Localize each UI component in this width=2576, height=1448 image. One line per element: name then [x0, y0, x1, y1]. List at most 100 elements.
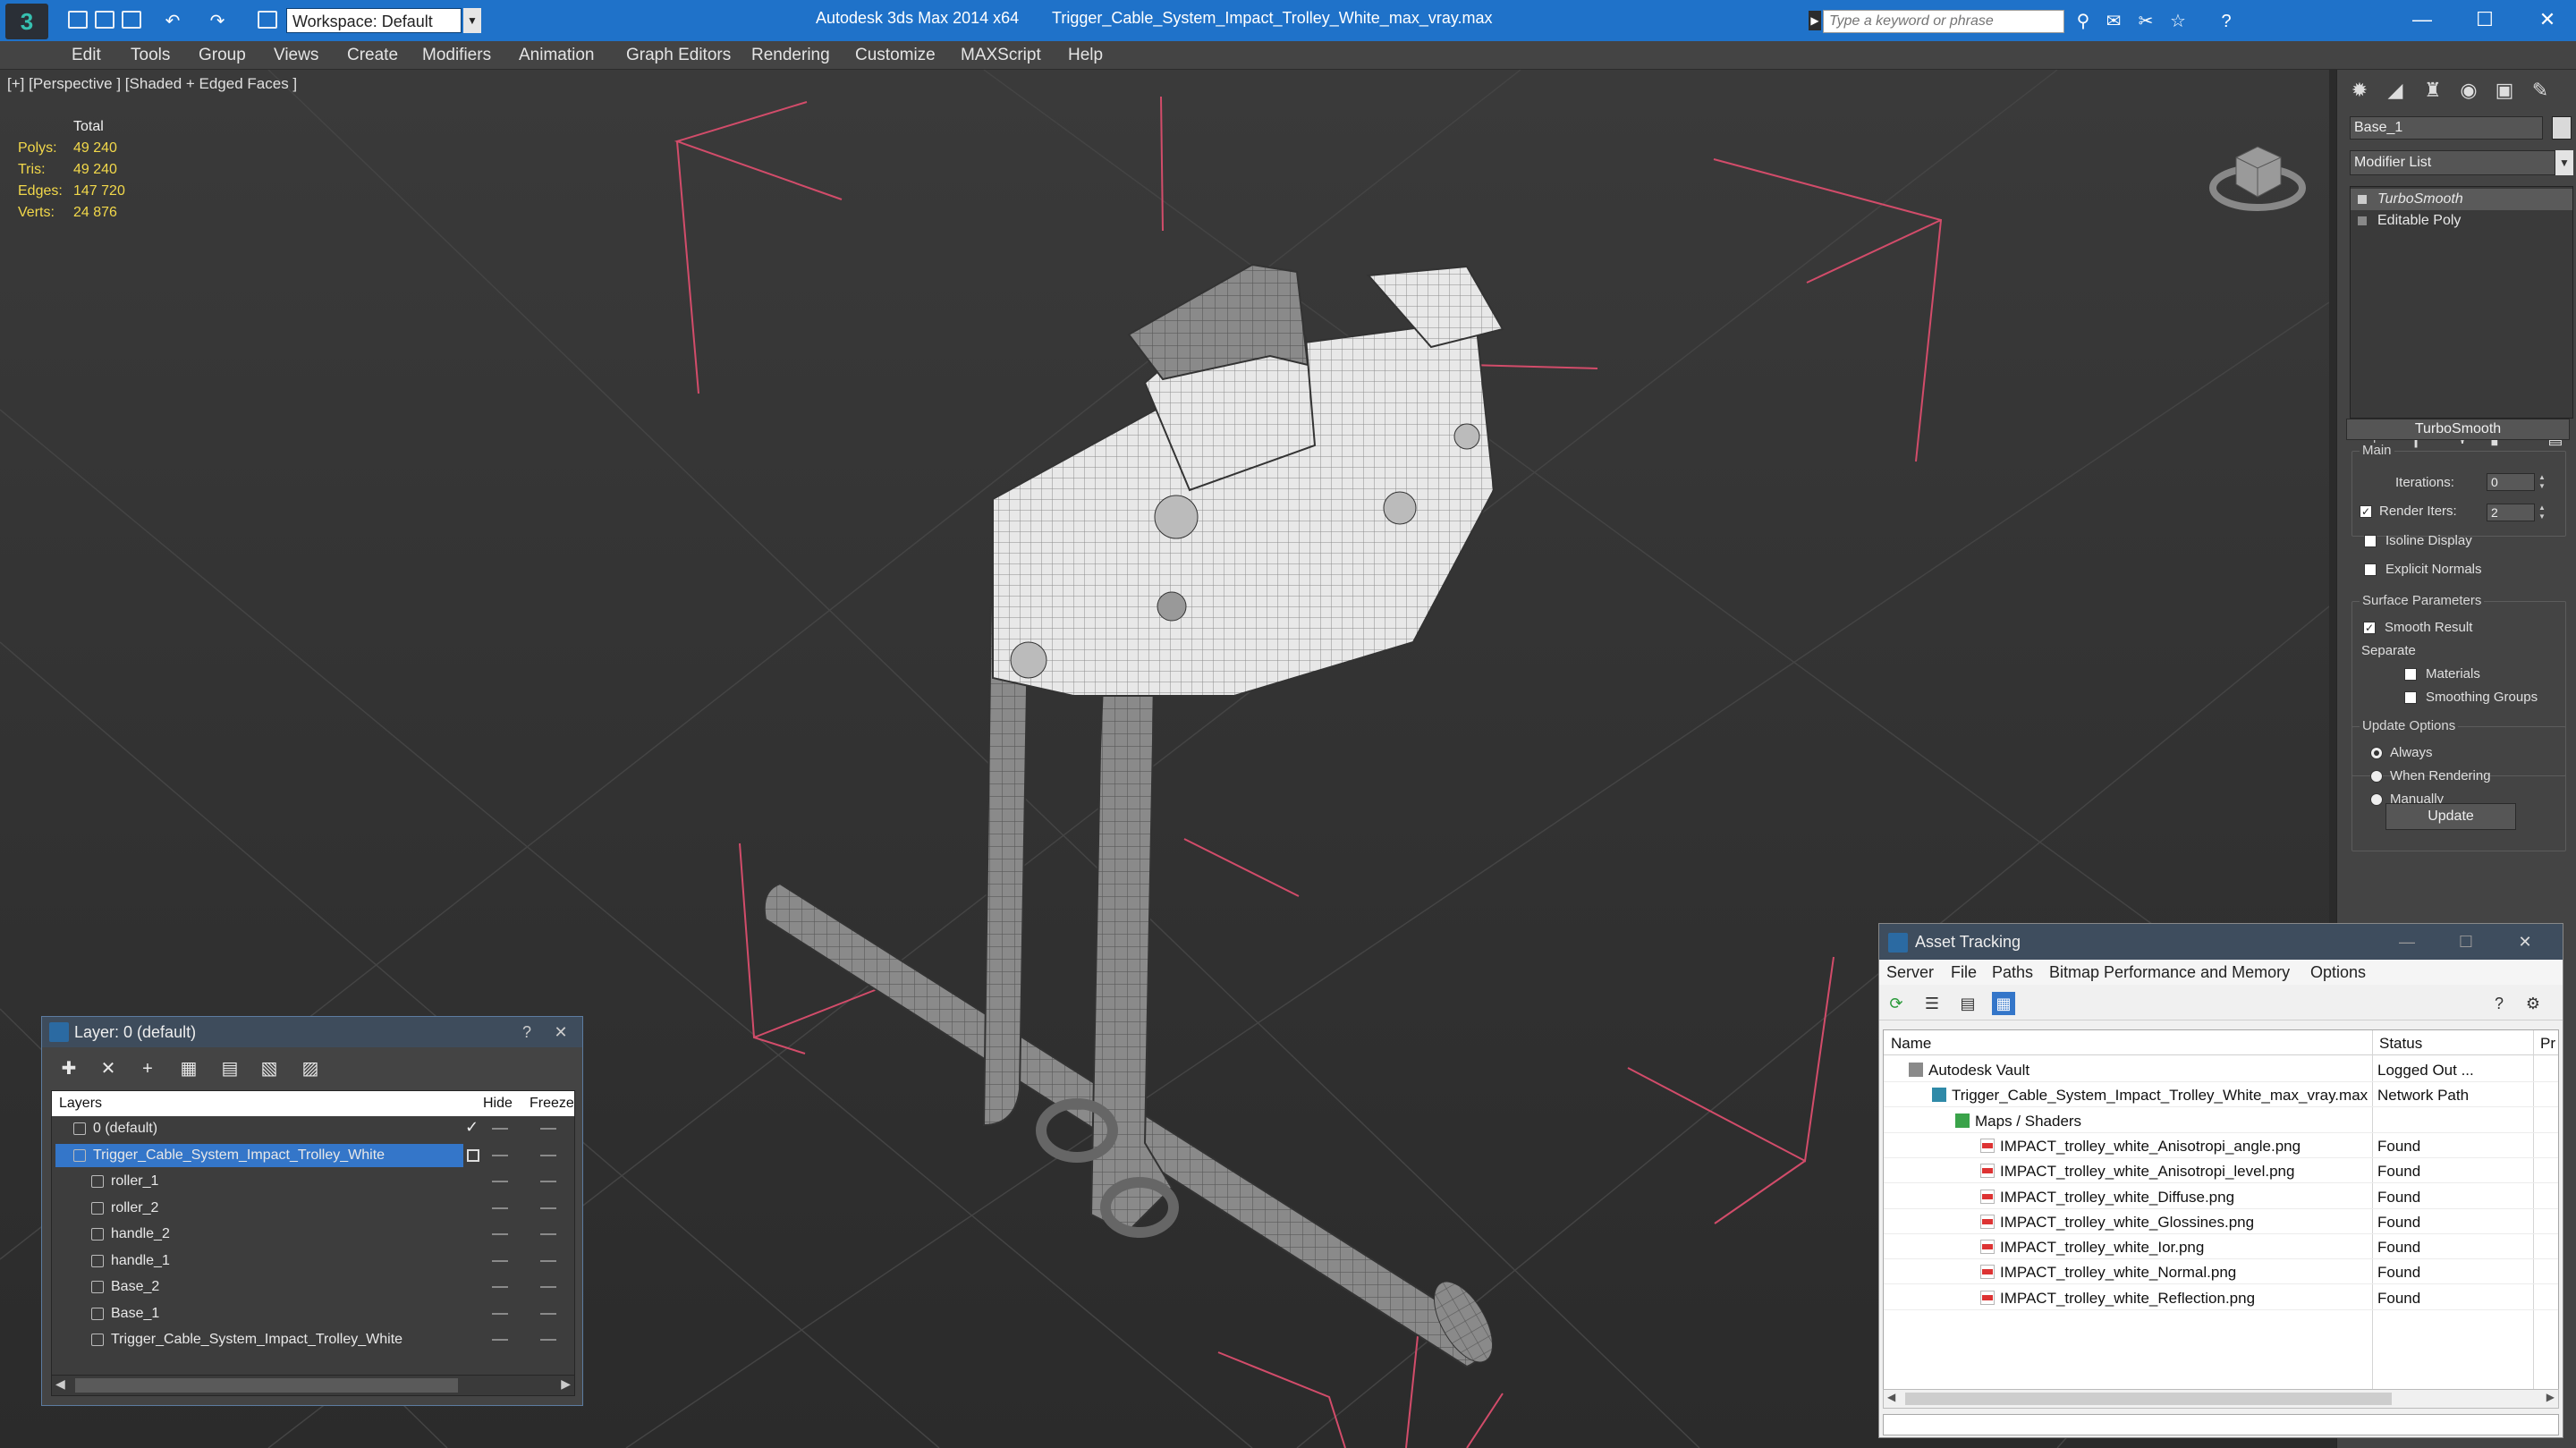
menu-rendering[interactable]: Rendering [751, 46, 830, 65]
object-color-swatch[interactable] [2552, 116, 2572, 140]
menu-customize[interactable]: Customize [855, 46, 936, 65]
open-file-icon[interactable] [95, 11, 114, 29]
asset-row[interactable]: IMPACT_trolley_white_Glossines.png Found [1884, 1209, 2558, 1234]
col-name[interactable]: Name [1891, 1035, 1931, 1053]
col-hide[interactable]: Hide [483, 1096, 513, 1112]
chevron-down-icon[interactable]: ▼ [463, 8, 481, 33]
menu-animation[interactable]: Animation [519, 46, 595, 65]
delete-layer-icon[interactable]: ✕ [96, 1056, 121, 1081]
layer-row[interactable]: Base_2 [52, 1274, 574, 1300]
menu-maxscript[interactable]: MAXScript [961, 46, 1041, 65]
select-objects-icon[interactable]: ▦ [176, 1056, 201, 1081]
layer-name-cell[interactable]: roller_2 [55, 1197, 463, 1220]
bulb-icon[interactable] [2358, 195, 2367, 204]
scroll-right-icon[interactable]: ▶ [2546, 1391, 2555, 1403]
menu-create[interactable]: Create [347, 46, 398, 65]
iterations-spinner[interactable]: 0 [2487, 473, 2535, 491]
freeze-toggle[interactable] [540, 1233, 556, 1235]
hide-toggle[interactable] [492, 1181, 508, 1182]
stack-item-turbosmooth[interactable]: TurboSmooth [2351, 189, 2572, 210]
utilities-tab-icon[interactable]: ✎ [2525, 75, 2555, 106]
detail-view-icon[interactable]: ▤ [1956, 992, 1979, 1015]
hide-all-icon[interactable]: ▧ [257, 1056, 282, 1081]
asset-row[interactable]: Autodesk Vault Logged Out ... [1884, 1057, 2558, 1082]
always-radio[interactable] [2370, 747, 2383, 759]
freeze-toggle[interactable] [540, 1339, 556, 1341]
menu-server[interactable]: Server [1886, 963, 1934, 982]
table-view-icon[interactable]: ▦ [1992, 992, 2015, 1015]
create-layer-icon[interactable]: ✚ [56, 1056, 81, 1081]
freeze-toggle[interactable] [540, 1207, 556, 1209]
binoculars-icon[interactable]: ⚲ [2073, 12, 2093, 31]
spinner-arrows-icon[interactable]: ▲ ▼ [2537, 504, 2547, 521]
create-tab-icon[interactable]: ✹ [2344, 75, 2375, 106]
project-folder-icon[interactable] [258, 11, 277, 29]
layer-name-cell[interactable]: Trigger_Cable_System_Impact_Trolley_Whit… [55, 1328, 463, 1351]
layer-row[interactable]: handle_1 [52, 1249, 574, 1274]
asset-row[interactable]: IMPACT_trolley_white_Normal.png Found [1884, 1259, 2558, 1285]
layer-row[interactable]: roller_1 [52, 1169, 574, 1194]
viewcube-icon[interactable] [2209, 120, 2308, 218]
communication-center-icon[interactable]: ✉ [2104, 12, 2123, 31]
layer-name-cell[interactable]: handle_2 [55, 1223, 463, 1246]
layer-name-cell[interactable]: roller_1 [55, 1170, 463, 1193]
scroll-left-icon[interactable]: ◀ [55, 1376, 65, 1392]
explicit-normals-checkbox[interactable] [2364, 563, 2377, 576]
materials-checkbox[interactable] [2404, 668, 2417, 681]
modifier-list-dropdown[interactable]: Modifier List [2350, 150, 2555, 175]
list-view-icon[interactable]: ☰ [1920, 992, 1944, 1015]
layer-row[interactable]: 0 (default) ✓ [52, 1116, 574, 1141]
dialog-titlebar[interactable]: Layer: 0 (default) ? ✕ [42, 1017, 582, 1047]
display-tab-icon[interactable]: ▣ [2489, 75, 2520, 106]
freeze-toggle[interactable] [540, 1286, 556, 1288]
scroll-left-icon[interactable]: ◀ [1887, 1391, 1895, 1403]
modify-tab-icon[interactable]: ◢ [2380, 75, 2411, 106]
freeze-all-icon[interactable]: ▨ [298, 1056, 323, 1081]
hide-toggle[interactable] [492, 1154, 508, 1156]
motion-tab-icon[interactable]: ◉ [2453, 75, 2484, 106]
freeze-toggle[interactable] [540, 1128, 556, 1130]
col-freeze[interactable]: Freeze [530, 1096, 574, 1112]
layer-row[interactable]: Base_1 [52, 1301, 574, 1326]
asset-row[interactable]: Trigger_Cable_System_Impact_Trolley_Whit… [1884, 1082, 2558, 1108]
set-current-layer-icon[interactable] [467, 1148, 479, 1162]
maximize-button[interactable]: ☐ [2455, 931, 2477, 953]
freeze-toggle[interactable] [540, 1312, 556, 1315]
menu-file[interactable]: File [1951, 963, 1977, 982]
menu-edit[interactable]: Edit [72, 46, 101, 65]
add-to-layer-icon[interactable]: + [135, 1056, 160, 1081]
scrollbar-thumb[interactable] [1905, 1393, 2392, 1405]
layer-row[interactable]: roller_2 [52, 1196, 574, 1221]
horizontal-scrollbar[interactable]: ◀ ▶ [51, 1375, 575, 1396]
freeze-toggle[interactable] [540, 1181, 556, 1182]
hide-toggle[interactable] [492, 1128, 508, 1130]
asset-row[interactable]: Maps / Shaders [1884, 1108, 2558, 1133]
menu-views[interactable]: Views [274, 46, 318, 65]
isoline-display-checkbox[interactable] [2364, 535, 2377, 547]
menu-tools[interactable]: Tools [131, 46, 170, 65]
freeze-toggle[interactable] [540, 1259, 556, 1262]
modifier-stack[interactable]: TurboSmooth Editable Poly [2350, 186, 2573, 419]
dialog-titlebar[interactable]: Asset Tracking — ☐ ✕ [1879, 924, 2563, 960]
freeze-toggle[interactable] [540, 1154, 556, 1156]
hide-toggle[interactable] [492, 1286, 508, 1288]
menu-graph-editors[interactable]: Graph Editors [626, 46, 731, 65]
layer-row[interactable]: Trigger_Cable_System_Impact_Trolley_Whit… [52, 1327, 574, 1352]
layer-row[interactable]: Trigger_Cable_System_Impact_Trolley_Whit… [52, 1143, 574, 1168]
when-rendering-radio[interactable] [2370, 770, 2383, 783]
asset-row[interactable]: IMPACT_trolley_white_Ior.png Found [1884, 1234, 2558, 1260]
maximize-button[interactable]: ☐ [2460, 4, 2510, 36]
scrollbar-thumb[interactable] [75, 1378, 458, 1393]
expand-icon[interactable] [2358, 216, 2367, 225]
help-icon[interactable]: ? [2487, 992, 2511, 1015]
minimize-button[interactable]: — [2396, 931, 2418, 953]
highlight-layer-icon[interactable]: ▤ [217, 1056, 242, 1081]
asset-table[interactable]: Name Status Pr Autodesk Vault Logged Out … [1883, 1029, 2559, 1393]
col-extra[interactable]: Pr [2540, 1035, 2555, 1053]
asset-row[interactable]: IMPACT_trolley_white_Anisotropi_angle.pn… [1884, 1133, 2558, 1158]
help-button[interactable]: ? [516, 1021, 538, 1043]
redo-icon[interactable]: ↷ [208, 12, 227, 31]
asset-row[interactable]: IMPACT_trolley_white_Reflection.png Found [1884, 1285, 2558, 1310]
hide-toggle[interactable] [492, 1207, 508, 1209]
hide-toggle[interactable] [492, 1259, 508, 1262]
